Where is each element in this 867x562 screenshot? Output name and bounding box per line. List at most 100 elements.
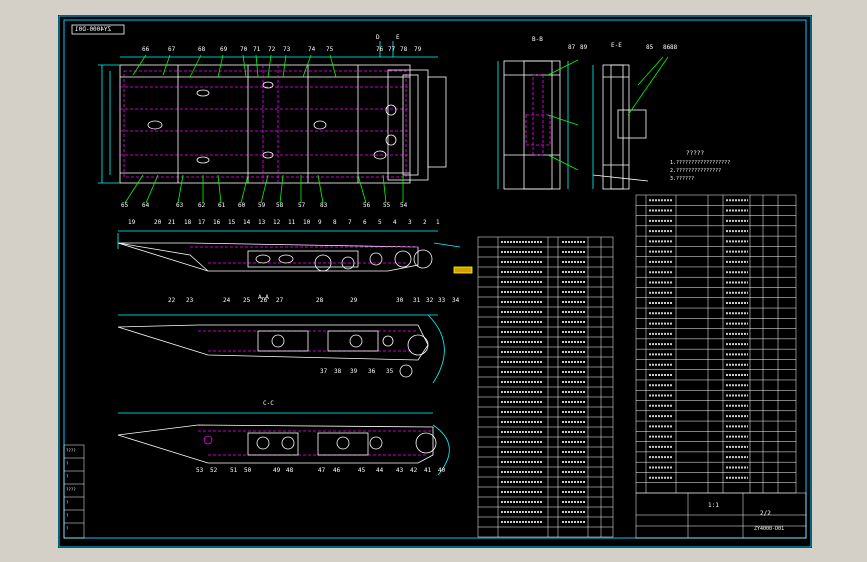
balloon-9: 9: [318, 219, 322, 226]
balloon-25: 25: [243, 297, 251, 304]
revision-cell: ?: [66, 474, 69, 479]
balloon-13: 13: [258, 219, 266, 226]
balloon-28: 28: [316, 297, 324, 304]
tech-note-line-1: 1.??????????????????: [670, 160, 731, 166]
balloon-58: 58: [276, 202, 284, 209]
balloon-62: 62: [198, 202, 206, 209]
balloon-67: 67: [168, 46, 176, 53]
balloon-71: 71: [253, 46, 261, 53]
balloon-85: 85: [646, 44, 654, 51]
balloon-29: 29: [350, 297, 358, 304]
balloon-18: 18: [184, 219, 192, 226]
balloon-30: 30: [396, 297, 404, 304]
section-label-d: D: [376, 34, 380, 41]
balloon-12: 12: [273, 219, 281, 226]
balloon-24: 24: [223, 297, 231, 304]
elevation-view-2: [117, 314, 445, 384]
section-label-ee: E-E: [611, 42, 622, 49]
balloon-38: 38: [334, 368, 342, 375]
balloon-68: 68: [198, 46, 206, 53]
elevation-view-1: [117, 230, 473, 274]
drawing-canvas: [58, 15, 812, 548]
balloon-64: 64: [142, 202, 150, 209]
revision-cell: ????: [66, 487, 76, 492]
balloon-11: 11: [288, 219, 296, 226]
drawing-number-box: ZY4000-D01: [75, 26, 112, 33]
balloon-41: 41: [424, 467, 432, 474]
balloon-15: 15: [228, 219, 236, 226]
balloon-14: 14: [243, 219, 251, 226]
balloon-48: 48: [286, 467, 294, 474]
section-e-view: [592, 56, 669, 190]
tech-note-line-3: 3.??????: [670, 176, 695, 182]
scale-mark: 1:1: [708, 502, 719, 509]
balloon-8: 8: [333, 219, 337, 226]
balloon-50: 50: [244, 467, 252, 474]
balloon-21: 21: [168, 219, 176, 226]
balloon-59: 59: [258, 202, 266, 209]
balloon-5: 5: [378, 219, 382, 226]
balloon-27: 27: [276, 297, 284, 304]
balloon-45: 45: [358, 467, 366, 474]
balloon-26: 26: [260, 297, 268, 304]
balloon-87: 87: [568, 44, 576, 51]
bom-table-left: [477, 236, 614, 538]
balloon-52: 52: [210, 467, 218, 474]
balloon-10: 10: [303, 219, 311, 226]
balloon-74: 74: [308, 46, 316, 53]
balloon-78: 78: [400, 46, 408, 53]
balloon-33: 33: [438, 297, 446, 304]
balloon-4: 4: [393, 219, 397, 226]
balloon-83: 83: [320, 202, 328, 209]
balloon-49: 49: [273, 467, 281, 474]
section-label-cc: C-C: [263, 400, 274, 407]
balloon-1: 1: [436, 219, 440, 226]
balloon-16: 16: [213, 219, 221, 226]
balloon-42: 42: [410, 467, 418, 474]
outer-frame: [58, 15, 812, 548]
balloon-37: 37: [320, 368, 328, 375]
balloon-61: 61: [218, 202, 226, 209]
balloon-35: 35: [386, 368, 394, 375]
balloon-22: 22: [168, 297, 176, 304]
balloon-65: 65: [121, 202, 129, 209]
balloon-72: 72: [268, 46, 276, 53]
balloon-2: 2: [423, 219, 427, 226]
balloon-17: 17: [198, 219, 206, 226]
balloon-57: 57: [298, 202, 306, 209]
balloon-44: 44: [376, 467, 384, 474]
balloon-6: 6: [363, 219, 367, 226]
revision-cell: ?: [66, 526, 69, 531]
balloon-77: 77: [388, 46, 396, 53]
balloon-63: 63: [176, 202, 184, 209]
revision-cell: ?: [66, 513, 69, 518]
balloon-89: 89: [580, 44, 588, 51]
balloon-70: 70: [240, 46, 248, 53]
balloon-60: 60: [238, 202, 246, 209]
bom-table-right: [635, 194, 797, 494]
inner-frame: [63, 19, 807, 539]
balloon-69: 69: [220, 46, 228, 53]
balloon-31: 31: [413, 297, 421, 304]
balloon-88: 88: [670, 44, 678, 51]
balloon-36: 36: [368, 368, 376, 375]
balloon-23: 23: [186, 297, 194, 304]
section-label-e-top: E: [396, 34, 400, 41]
section-b-view: [497, 59, 579, 190]
balloon-73: 73: [283, 46, 291, 53]
balloon-56: 56: [363, 202, 371, 209]
balloon-53: 53: [196, 467, 204, 474]
balloon-20: 20: [154, 219, 162, 226]
cad-viewport[interactable]: ZY4000-D01 B-B E-E A-A C-C D E 66 67 68 69 7…: [58, 15, 812, 548]
balloon-40: 40: [438, 467, 446, 474]
balloon-32: 32: [426, 297, 434, 304]
balloon-46: 46: [333, 467, 341, 474]
balloon-3: 3: [408, 219, 412, 226]
revision-cell: ?: [66, 461, 69, 466]
balloon-51: 51: [230, 467, 238, 474]
section-label-bb: B-B: [532, 36, 543, 43]
balloon-43: 43: [396, 467, 404, 474]
balloon-54: 54: [400, 202, 408, 209]
balloon-75: 75: [326, 46, 334, 53]
tech-note-line-2: 2.???????????????: [670, 168, 722, 174]
